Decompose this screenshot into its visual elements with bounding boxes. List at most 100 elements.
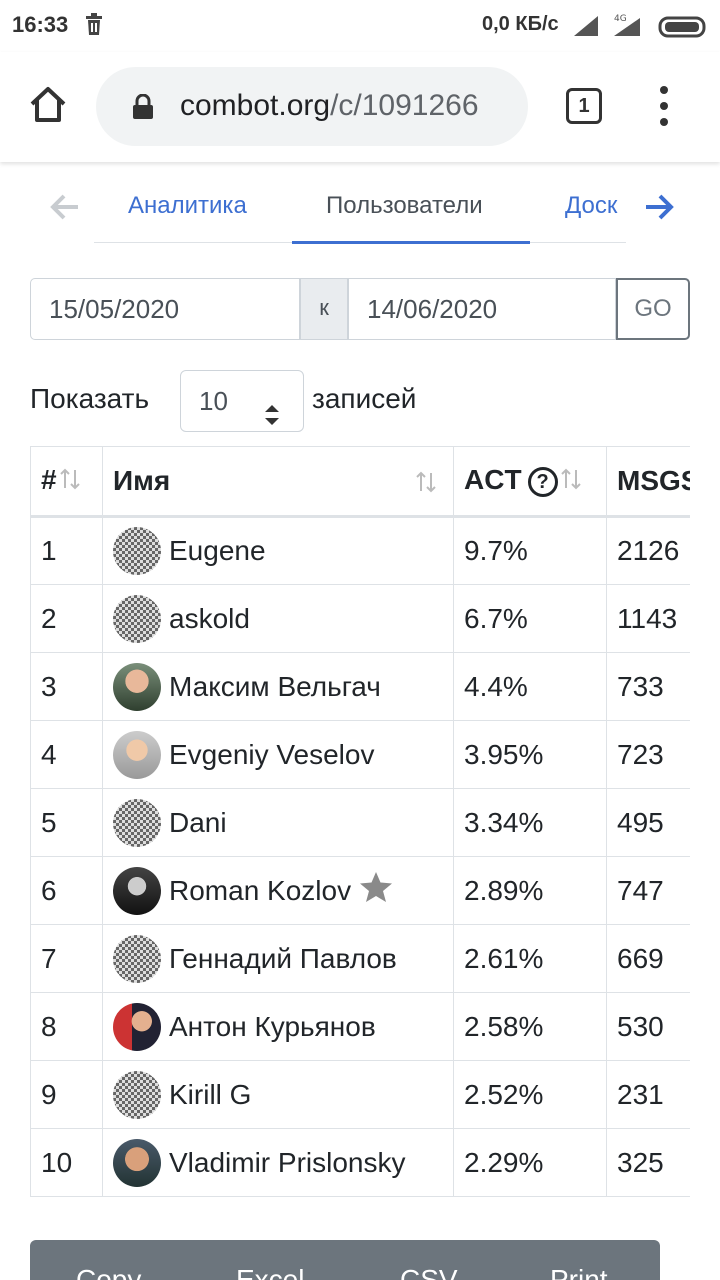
user-name[interactable]: Vladimir Prislonsky: [169, 1147, 406, 1178]
date-to-input[interactable]: 14/06/2020: [348, 278, 616, 340]
avatar: [113, 662, 161, 711]
users-table: # Имя ACT? MSGS 1 Eugene 9.7% 2126 2 ask…: [30, 446, 690, 1197]
user-name[interactable]: Eugene: [169, 535, 266, 566]
url-domain: combot.org: [180, 89, 331, 122]
status-bar: 16:33 0,0 КБ/с 4G: [0, 0, 720, 52]
address-bar[interactable]: combot.org/c/1091266: [96, 67, 528, 146]
more-menu-icon[interactable]: [652, 84, 676, 128]
csv-button[interactable]: CSV: [400, 1264, 458, 1280]
date-from-input[interactable]: 15/05/2020: [30, 278, 300, 340]
sort-icon[interactable]: [415, 469, 437, 501]
user-name[interactable]: Kirill G: [169, 1079, 251, 1110]
copy-button[interactable]: Copy: [76, 1264, 141, 1280]
cell-act: 2.61%: [453, 924, 607, 993]
avatar: [113, 798, 161, 847]
network-speed: 0,0 КБ/с: [482, 13, 559, 35]
arrow-left-icon[interactable]: [48, 190, 82, 229]
tab-analytics[interactable]: Аналитика: [128, 192, 247, 220]
avatar: [113, 1138, 161, 1187]
date-separator: к: [300, 278, 348, 340]
table-header-row: # Имя ACT? MSGS: [30, 446, 690, 518]
cell-act: 2.89%: [453, 856, 607, 925]
cell-act: 2.29%: [453, 1128, 607, 1197]
tab-board[interactable]: Доск: [565, 192, 627, 220]
sort-icon[interactable]: [59, 466, 81, 498]
cell-rank: 8: [30, 992, 103, 1061]
table-row: 2 askold 6.7% 1143: [30, 584, 690, 653]
entries-length-control: Показать 10 записей: [30, 370, 690, 432]
entries-select[interactable]: 10: [180, 370, 304, 432]
cell-act: 9.7%: [453, 516, 607, 585]
print-button[interactable]: Print: [550, 1264, 608, 1280]
sort-icon[interactable]: [560, 466, 582, 498]
cell-rank: 10: [30, 1128, 103, 1197]
active-tab-indicator: [292, 241, 530, 244]
export-button-group: Copy Excel CSV Print: [30, 1240, 660, 1280]
user-name[interactable]: Evgeniy Veselov: [169, 739, 374, 770]
header-msgs-label: MSGS: [617, 465, 690, 496]
header-msgs[interactable]: MSGS: [606, 446, 690, 518]
cell-name[interactable]: Антон Курьянов: [102, 992, 454, 1061]
cell-name[interactable]: Геннадий Павлов: [102, 924, 454, 993]
cell-name[interactable]: Eugene: [102, 516, 454, 585]
cell-rank: 9: [30, 1060, 103, 1129]
user-name[interactable]: Геннадий Павлов: [169, 943, 397, 974]
tab-switcher-button[interactable]: 1: [566, 88, 602, 124]
cell-msgs: 231: [606, 1060, 690, 1129]
url-text[interactable]: combot.org/c/1091266: [180, 89, 510, 123]
table-row: 7 Геннадий Павлов 2.61% 669: [30, 924, 690, 993]
home-icon[interactable]: [26, 82, 70, 126]
date-range-filter: 15/05/2020 к 14/06/2020 GO: [30, 278, 690, 340]
cell-name[interactable]: Evgeniy Veselov: [102, 720, 454, 789]
cell-name[interactable]: Roman Kozlov: [102, 856, 454, 925]
cell-msgs: 733: [606, 652, 690, 721]
cell-name[interactable]: askold: [102, 584, 454, 653]
cell-name[interactable]: Kirill G: [102, 1060, 454, 1129]
user-name[interactable]: Dani: [169, 807, 227, 838]
status-time: 16:33: [12, 12, 69, 37]
cell-msgs: 2126: [606, 516, 690, 585]
user-name[interactable]: Максим Вельгач: [169, 671, 381, 702]
cell-msgs: 325: [606, 1128, 690, 1197]
cell-name[interactable]: Максим Вельгач: [102, 652, 454, 721]
go-button[interactable]: GO: [616, 278, 690, 340]
help-icon[interactable]: ?: [527, 466, 558, 497]
header-name-label: Имя: [113, 465, 171, 496]
user-name[interactable]: Roman Kozlov: [169, 875, 351, 906]
table-row: 1 Eugene 9.7% 2126: [30, 516, 690, 585]
cell-name[interactable]: Vladimir Prislonsky: [102, 1128, 454, 1197]
cell-rank: 4: [30, 720, 103, 789]
excel-button[interactable]: Excel: [236, 1264, 304, 1280]
user-name[interactable]: askold: [169, 603, 250, 634]
cell-msgs: 495: [606, 788, 690, 857]
user-name[interactable]: Антон Курьянов: [169, 1011, 376, 1042]
header-rank[interactable]: #: [30, 446, 103, 518]
cell-rank: 6: [30, 856, 103, 925]
cell-msgs: 723: [606, 720, 690, 789]
cell-act: 3.95%: [453, 720, 607, 789]
cell-act: 2.58%: [453, 992, 607, 1061]
cell-msgs: 530: [606, 992, 690, 1061]
avatar: [113, 1070, 161, 1119]
cell-msgs: 1143: [606, 584, 690, 653]
table-row: 8 Антон Курьянов 2.58% 530: [30, 992, 690, 1061]
cell-name[interactable]: Dani: [102, 788, 454, 857]
tab-users[interactable]: Пользователи: [326, 192, 483, 220]
arrow-right-icon[interactable]: [642, 190, 676, 229]
cell-rank: 1: [30, 516, 103, 585]
header-name[interactable]: Имя: [102, 446, 454, 518]
cell-act: 3.34%: [453, 788, 607, 857]
cell-act: 2.52%: [453, 1060, 607, 1129]
section-tabs: Аналитика Пользователи Доск: [0, 170, 720, 250]
header-act-label: ACT: [464, 464, 522, 496]
avatar: [113, 527, 161, 575]
header-act[interactable]: ACT?: [453, 446, 607, 518]
star-icon: [359, 871, 393, 910]
avatar: [113, 866, 161, 915]
cell-rank: 5: [30, 788, 103, 857]
cell-act: 6.7%: [453, 584, 607, 653]
url-path: /c/1091266: [330, 89, 479, 122]
table-row: 4 Evgeniy Veselov 3.95% 723: [30, 720, 690, 789]
select-caret-icon: [263, 389, 281, 449]
users-table-container[interactable]: # Имя ACT? MSGS 1 Eugene 9.7% 2126 2 ask…: [30, 446, 690, 1198]
